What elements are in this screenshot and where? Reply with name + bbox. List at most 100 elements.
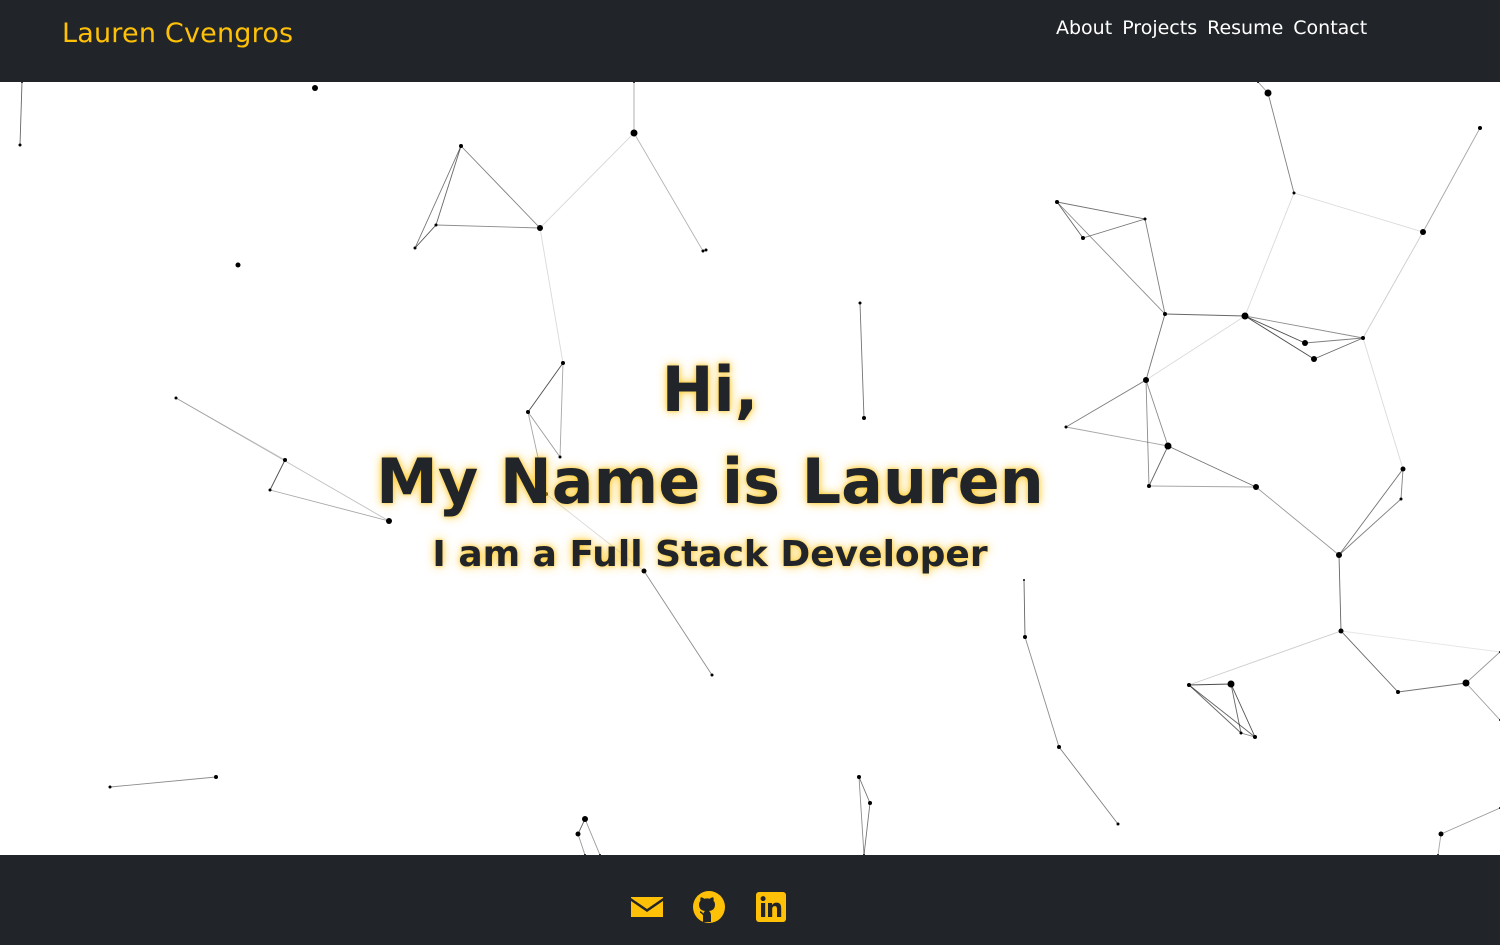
network-link (858, 776, 865, 855)
network-node (21, 82, 23, 83)
network-node (1239, 731, 1243, 735)
social-links (630, 890, 788, 924)
network-link (414, 145, 462, 249)
network-link (1465, 682, 1500, 721)
network-node (1438, 831, 1444, 837)
network-link (1024, 636, 1060, 748)
nav-menu: About Projects Resume Contact (1056, 17, 1367, 39)
network-link (1230, 683, 1256, 738)
network-node (18, 143, 22, 147)
network-node (108, 785, 112, 789)
network-link (1188, 684, 1242, 734)
network-node (434, 223, 438, 227)
network-node (235, 262, 241, 268)
network-node (868, 801, 872, 805)
network-link (435, 224, 541, 229)
network-link (1422, 127, 1481, 233)
network-link (1293, 192, 1424, 233)
network-node (1023, 635, 1027, 639)
network-node (1187, 683, 1191, 687)
network-node (1227, 680, 1235, 688)
network-link (1164, 313, 1246, 317)
network-link (1188, 684, 1256, 738)
network-node (710, 673, 714, 677)
nav-contact-link[interactable]: Contact (1293, 17, 1367, 39)
hero-subtitle: I am a Full Stack Developer (432, 534, 988, 575)
network-node (312, 85, 318, 91)
network-link (1340, 630, 1399, 693)
network-link (577, 833, 586, 855)
network-node (413, 246, 417, 250)
network-link (1465, 651, 1500, 684)
brand-link[interactable]: Lauren Cvengros (62, 18, 293, 49)
network-link (1144, 218, 1166, 315)
hero-text: Hi, My Name is Lauren I am a Full Stack … (0, 344, 1420, 580)
network-link (414, 224, 437, 249)
network-node (1055, 200, 1059, 204)
network-link (1304, 337, 1364, 344)
network-link (1244, 192, 1295, 317)
linkedin-link[interactable] (754, 890, 788, 924)
network-node (582, 816, 588, 822)
network-node (630, 129, 638, 137)
network-link (1440, 807, 1500, 835)
network-node (1163, 312, 1167, 316)
network-link (1437, 833, 1442, 855)
network-node (704, 248, 708, 252)
network-link (539, 132, 635, 229)
network-link (1188, 630, 1342, 686)
network-link (1056, 201, 1166, 315)
network-node (575, 831, 581, 837)
network-link (1188, 683, 1232, 686)
network-node (1478, 126, 1482, 130)
nav-resume-link[interactable]: Resume (1207, 17, 1283, 39)
hero-section: Hi, My Name is Lauren I am a Full Stack … (0, 82, 1500, 855)
network-link (1023, 579, 1026, 638)
navbar: Lauren Cvengros About Projects Resume Co… (0, 0, 1500, 82)
network-link (584, 818, 601, 855)
envelope-icon (631, 897, 663, 917)
network-node (858, 301, 862, 305)
network-node (701, 249, 705, 253)
network-link (633, 132, 704, 252)
network-node (633, 82, 635, 83)
nav-about-link[interactable]: About (1056, 17, 1112, 39)
network-link (1056, 201, 1084, 239)
network-link (460, 145, 541, 229)
network-link (19, 82, 23, 146)
network-link (1056, 201, 1146, 220)
network-link (1362, 231, 1424, 339)
github-icon (693, 891, 725, 923)
network-node (1241, 312, 1249, 320)
network-node (1462, 679, 1470, 687)
network-node (537, 225, 543, 231)
network-node (1361, 336, 1365, 340)
network-link (1340, 630, 1500, 653)
network-node (1116, 822, 1120, 826)
nav-projects-link[interactable]: Projects (1122, 17, 1197, 39)
hero-name: My Name is Lauren (376, 445, 1044, 518)
network-link (109, 776, 217, 788)
github-link[interactable] (692, 890, 726, 924)
network-node (1292, 191, 1296, 195)
network-node (1057, 745, 1061, 749)
network-link (863, 802, 871, 855)
network-link (1397, 682, 1467, 693)
network-node (1143, 217, 1147, 221)
email-link[interactable] (630, 890, 664, 924)
network-link (435, 145, 462, 226)
network-node (214, 775, 218, 779)
network-link (1267, 92, 1295, 194)
network-node (1396, 690, 1400, 694)
network-node (857, 775, 861, 779)
network-node (1081, 236, 1085, 240)
network-link (1244, 315, 1306, 344)
network-link (1058, 746, 1119, 825)
network-link (643, 570, 713, 676)
network-node (1420, 229, 1426, 235)
linkedin-icon (756, 892, 786, 922)
network-link (1082, 218, 1146, 239)
network-link (539, 227, 564, 364)
network-node (1253, 735, 1257, 739)
network-node (1264, 89, 1272, 97)
